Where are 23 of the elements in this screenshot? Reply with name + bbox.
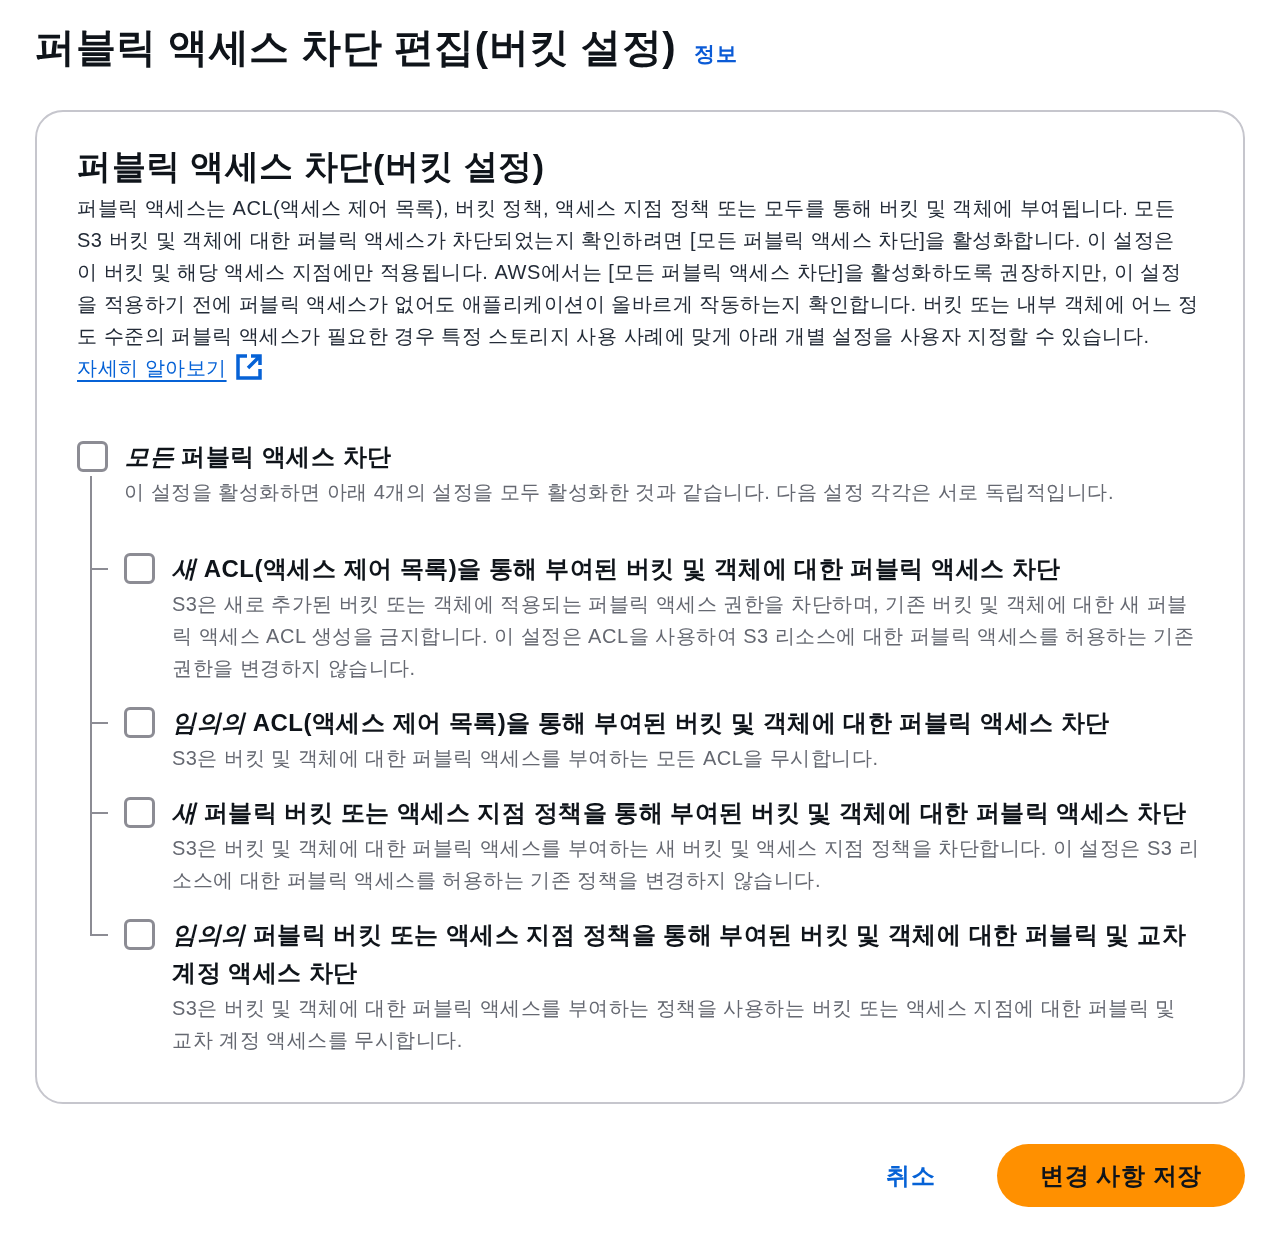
checkbox[interactable] (124, 797, 155, 828)
checkbox-label[interactable]: 임의의 퍼블릭 버킷 또는 액세스 지점 정책을 통해 부여된 버킷 및 객체에 대한 퍼블릭 및 교차 계정 액세스 차단 (172, 916, 1199, 992)
checkbox-label[interactable]: 새 퍼블릭 버킷 또는 액세스 지점 정책을 통해 부여된 버킷 및 객체에 대한 퍼블릭 액세스 차단 (172, 794, 1199, 832)
checkbox[interactable] (124, 553, 155, 584)
checkbox-label[interactable]: 모든 퍼블릭 액세스 차단 (125, 438, 392, 476)
checkbox-description: S3은 버킷 및 객체에 대한 퍼블릭 액세스를 부여하는 새 버킷 및 액세스 지점 정책을 차단합니다. 이 설정은 S3 리소스에 대한 퍼블릭 액세스를 허용하는 기존 정책을 변경하지 않습니다. (172, 836, 1199, 893)
page-title: 퍼블릭 액세스 차단 편집(버킷 설정) (35, 24, 677, 71)
panel-description: 퍼블릭 액세스는 ACL(액세스 제어 목록), 버킷 정책, 액세스 지점 정책 또는 모두를 통해 버킷 및 객체에 부여됩니다. 모든 S3 버킷 및 객체에 대한 퍼블릭 액세스가 차단되었는지 확인하려면 [모든 퍼블릭 액세스 차단]을 활성화합니다. 이 설정은 이 버킷 및 해당 액세스 지점에만 적용됩니다. AWS에서는 [모든 퍼블릭 액세스 차단]을 활성화하도록 권장하지만, 이 설정을 적용하기 전에 퍼블릭 액세스가 없어도 애플리케이션이 올바르게 작동하는지 확인합니다. 버킷 또는 내부 객체에 어느 정도 수준의 퍼블릭 액세스가 필요한 경우 특정 스토리지 사용 사례에 맞게 아래 개별 설정을 사용자 지정할 수 있습니다. 자세히 알아보기 (77, 196, 1199, 383)
checkbox-label[interactable]: 새 ACL(액세스 제어 목록)을 통해 부여된 버킷 및 객체에 대한 퍼블릭 액세스 차단 (172, 550, 1199, 588)
cancel-button[interactable]: 취소 (868, 1151, 953, 1200)
save-button[interactable]: 변경 사항 저장 (997, 1144, 1245, 1207)
checkbox-description: 이 설정을 활성화하면 아래 4개의 설정을 모두 활성화한 것과 같습니다. 다음 설정 각각은 서로 독립적입니다. (124, 481, 1115, 503)
checkbox[interactable] (124, 919, 155, 950)
checkbox-description: S3은 새로 추가된 버킷 또는 객체에 적용되는 퍼블릭 액세스 권한을 차단하며, 기존 버킷 및 객체에 대한 새 퍼블릭 액세스 ACL 생성을 금지합니다. 이 설정은 ACL을 사용하여 S3 리소스에 대한 퍼블릭 액세스를 허용하는 기존 권한을 변경하지 않습니다. (172, 592, 1196, 681)
learn-more-link[interactable]: 자세히 알아보기 (77, 357, 263, 379)
checkbox-description: S3은 버킷 및 객체에 대한 퍼블릭 액세스를 부여하는 정책을 사용하는 버킷 또는 액세스 지점에 대한 퍼블릭 및 교차 계정 액세스를 무시합니다. (172, 996, 1177, 1053)
checkbox-label[interactable]: 임의의 ACL(액세스 제어 목록)을 통해 부여된 버킷 및 객체에 대한 퍼블릭 액세스 차단 (172, 704, 1110, 742)
checkbox[interactable] (77, 441, 108, 472)
checkbox[interactable] (124, 707, 155, 738)
info-link[interactable]: 정보 (694, 40, 738, 68)
checkbox-description: S3은 버킷 및 객체에 대한 퍼블릭 액세스를 부여하는 모든 ACL을 무시합니다. (172, 746, 880, 771)
panel-title: 퍼블릭 액세스 차단(버킷 설정) (77, 146, 546, 187)
external-link-icon (234, 353, 263, 381)
